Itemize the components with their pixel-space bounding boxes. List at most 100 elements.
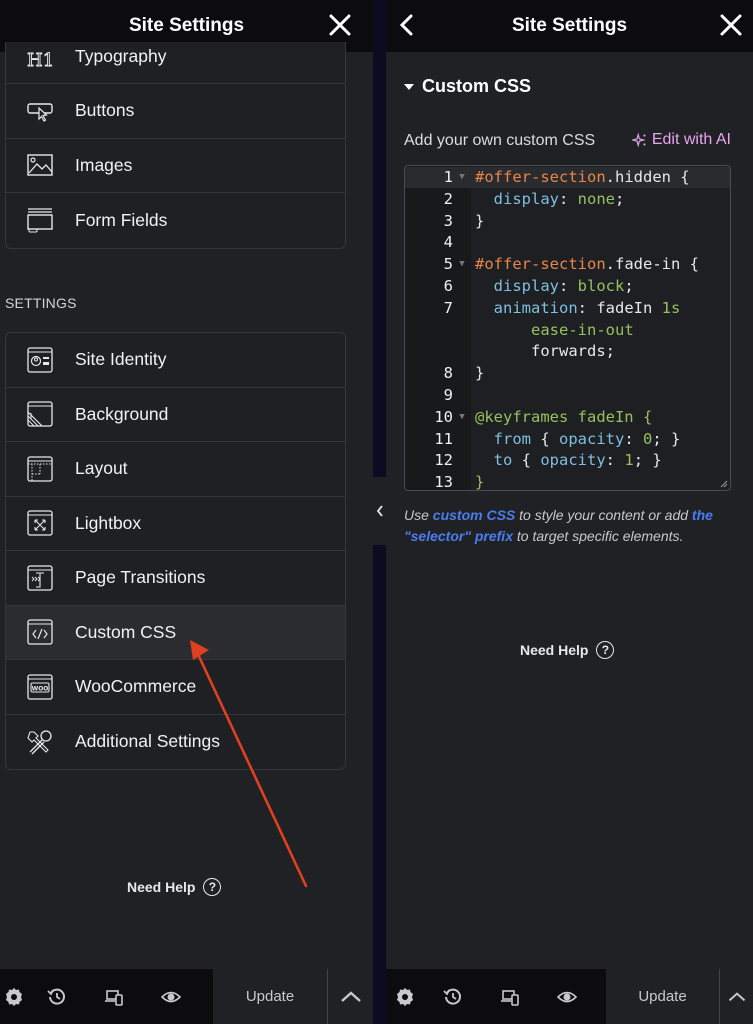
css-code-editor[interactable]: 1 ▼ #offer-section.hidden {2 display: none… (404, 165, 731, 491)
code-token-val: ease-in-out (531, 320, 634, 339)
update-button[interactable]: Update (606, 969, 719, 1024)
menu-item-label: Typography (75, 46, 167, 66)
footer-tools (386, 969, 606, 1024)
eye-icon (556, 991, 577, 1002)
history-button[interactable] (28, 969, 85, 1024)
settings-button[interactable] (386, 969, 424, 1024)
page-transitions-icon (26, 564, 54, 592)
code-line: 10 ▼ @keyframes fadeIn { (405, 407, 730, 429)
menu-item-lightbox[interactable]: Lightbox (6, 497, 345, 551)
need-help-link[interactable]: Need Help ? (127, 878, 222, 896)
code-text: display: block; (471, 276, 634, 298)
chevron-up-icon (340, 990, 361, 1002)
code-token-plain: : (624, 429, 643, 448)
code-line: 5 ▼ #offer-section.fade-in { (405, 254, 730, 276)
edit-with-ai-label: Edit with AI (651, 131, 731, 148)
code-token-plain: forwards; (475, 342, 615, 361)
preview-button[interactable] (142, 969, 199, 1024)
responsive-mode-button[interactable] (85, 969, 142, 1024)
line-number: 3 (443, 211, 453, 230)
code-token-at: @keyframes fadeIn { (475, 407, 653, 426)
update-button[interactable]: Update (213, 969, 327, 1024)
fold-toggle-icon[interactable]: ▼ (453, 407, 471, 429)
code-token-plain: : (559, 189, 578, 208)
menu-item-woocommerce[interactable]: WOO WooCommerce (6, 660, 345, 715)
code-text: } (471, 211, 484, 233)
menu-item-buttons[interactable]: Buttons (6, 84, 345, 139)
update-options-button[interactable] (327, 969, 373, 1024)
menu-item-label: Form Fields (75, 209, 168, 230)
close-icon (329, 14, 351, 36)
code-token-plain: : fadeIn (577, 298, 662, 317)
resize-handle-icon[interactable] (718, 478, 728, 488)
panel-title: Site Settings (128, 15, 245, 36)
settings-button[interactable] (0, 969, 28, 1024)
menu-item-additional-settings[interactable]: Additional Settings (6, 715, 345, 770)
menu-item-background[interactable]: Background (6, 388, 345, 442)
close-button[interactable] (718, 12, 744, 38)
editor-hint: Use custom CSS to style your content or … (404, 505, 744, 547)
editor-label: Add your own custom CSS (404, 132, 596, 149)
code-line: ease-in-out (405, 320, 730, 342)
code-token-plain: ; (615, 189, 625, 208)
code-text: to { opacity: 1; } (471, 450, 662, 472)
code-token-prop: opacity (559, 429, 625, 448)
menu-item-label: Site Identity (75, 349, 167, 370)
panel-title: Site Settings (511, 15, 628, 36)
custom-css-section-toggle[interactable]: Custom CSS (404, 76, 531, 97)
need-help-label: Need Help (127, 879, 196, 895)
menu-item-images[interactable]: Images (6, 139, 345, 193)
code-text: } (471, 363, 484, 385)
code-token-plain: { (531, 429, 559, 448)
history-icon (442, 988, 461, 1005)
fold-toggle-icon[interactable]: ▼ (453, 254, 471, 276)
update-options-button[interactable] (719, 969, 753, 1024)
code-token-plain: ; (624, 276, 634, 295)
settings-list: Site Identity Background Layout Lightbox (5, 332, 346, 770)
need-help-link[interactable]: Need Help ? (520, 641, 615, 659)
code-text: forwards; (471, 341, 615, 363)
close-button[interactable] (327, 12, 353, 38)
menu-item-label: Layout (75, 458, 128, 479)
preview-button[interactable] (538, 969, 595, 1024)
code-token-sel: #offer-section (475, 255, 606, 274)
menu-item-typography[interactable]: H1 Typography (6, 42, 345, 84)
code-text: @keyframes fadeIn { (471, 407, 652, 429)
code-token-plain: : (605, 451, 625, 470)
menu-item-label: Custom CSS (75, 621, 177, 642)
fold-toggle-icon[interactable]: ▼ (453, 167, 471, 189)
code-token-val: 1s (661, 298, 681, 317)
code-text: ease-in-out (471, 320, 634, 342)
history-button[interactable] (424, 969, 481, 1024)
code-token-plain: } (475, 211, 485, 230)
back-button[interactable] (396, 12, 418, 38)
responsive-mode-button[interactable] (481, 969, 538, 1024)
menu-item-custom-css[interactable]: Custom CSS (6, 605, 345, 660)
line-number: 1 (443, 168, 453, 186)
section-title: Custom CSS (422, 76, 532, 96)
custom-css-link[interactable]: custom CSS (433, 507, 515, 523)
line-number (405, 341, 453, 363)
line-number: 6 (443, 276, 453, 295)
code-token-val: none (577, 189, 615, 208)
code-token-plain: : (559, 276, 578, 295)
menu-item-form-fields[interactable]: Form Fields (6, 193, 345, 248)
code-text: } (471, 472, 484, 490)
code-icon (26, 618, 54, 646)
menu-item-site-identity[interactable]: Site Identity (6, 333, 345, 388)
edit-with-ai-button[interactable]: Edit with AI (631, 131, 731, 149)
code-token-val: 0 (643, 429, 653, 448)
menu-item-layout[interactable]: Layout (6, 442, 345, 497)
line-number: 10 (434, 407, 453, 426)
menu-item-page-transitions[interactable]: Page Transitions (6, 551, 345, 606)
collapse-panel-button[interactable] (373, 477, 386, 545)
